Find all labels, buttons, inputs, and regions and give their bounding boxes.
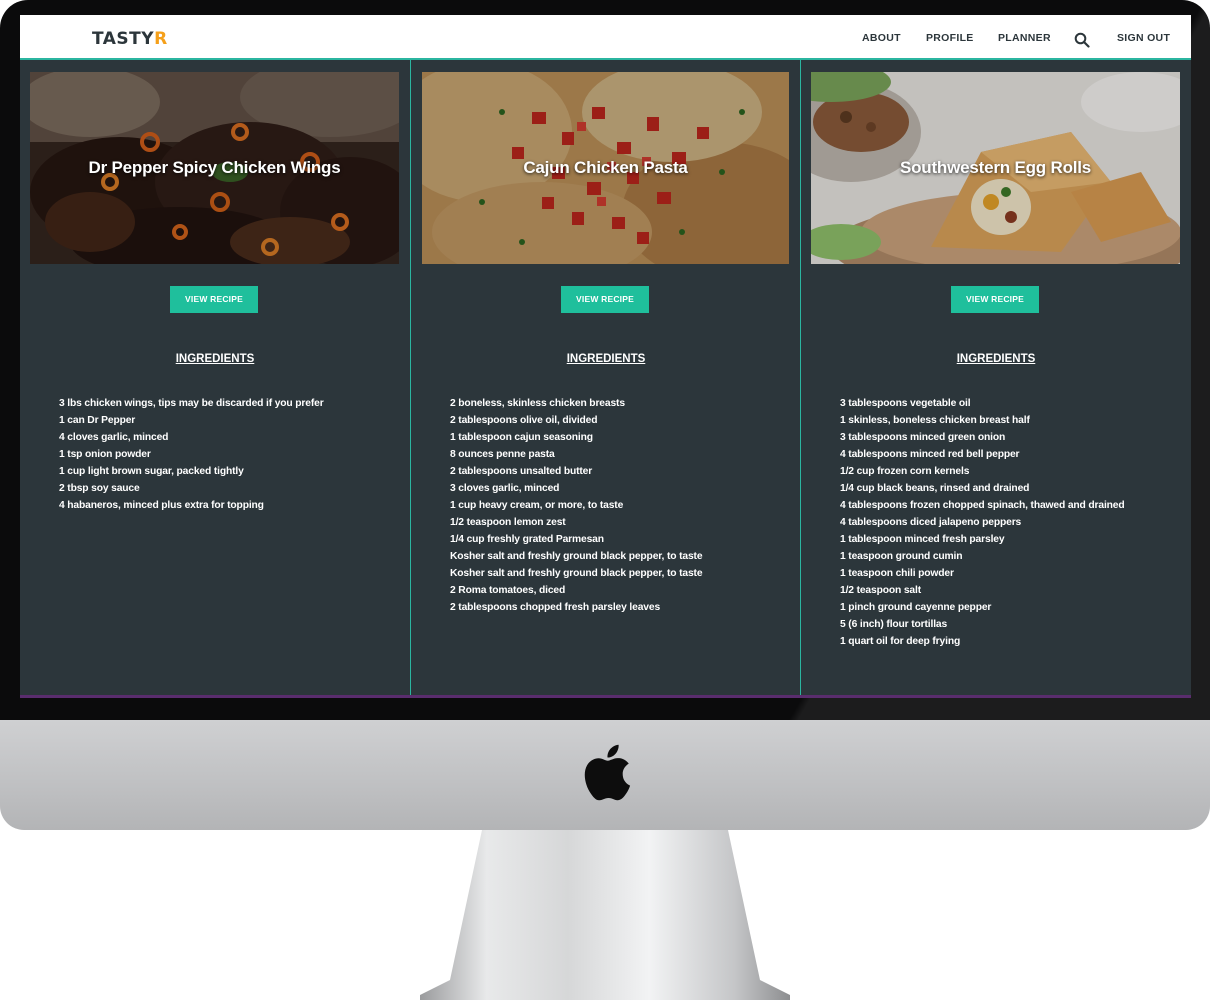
ingredients-list: 3 lbs chicken wings, tips may be discard…: [59, 395, 324, 514]
ingredient-item: 3 tablespoons minced green onion: [840, 432, 1006, 443]
ingredient-item: 3 cloves garlic, minced: [450, 483, 560, 494]
recipe-card: Dr Pepper Spicy Chicken Wings VIEW RECIP…: [20, 60, 410, 698]
ingredient-item: 8 ounces penne pasta: [450, 449, 555, 460]
recipe-card: Cajun Chicken Pasta VIEW RECIPE INGREDIE…: [411, 60, 801, 698]
ingredient-item: 4 tablespoons minced red bell pepper: [840, 449, 1020, 460]
ingredient-item: 2 tablespoons unsalted butter: [450, 466, 593, 477]
view-recipe-button[interactable]: VIEW RECIPE: [951, 286, 1039, 313]
ingredient-item: 1/2 teaspoon salt: [840, 585, 921, 596]
ingredient-item: 1/4 cup freshly grated Parmesan: [450, 534, 604, 545]
ingredient-item: 1 can Dr Pepper: [59, 415, 136, 426]
ingredient-item: 1/4 cup black beans, rinsed and drained: [840, 483, 1030, 494]
ingredient-item: 5 (6 inch) flour tortillas: [840, 619, 948, 630]
nav-profile[interactable]: PROFILE: [926, 32, 974, 44]
nav-planner[interactable]: PLANNER: [998, 32, 1051, 44]
ingredient-item: 4 habaneros, minced plus extra for toppi…: [59, 500, 264, 511]
ingredient-item: 1 teaspoon ground cumin: [840, 551, 963, 562]
ingredient-item: 2 tbsp soy sauce: [59, 483, 140, 494]
ingredient-item: Kosher salt and freshly ground black pep…: [450, 568, 703, 579]
ingredient-item: 1 skinless, boneless chicken breast half: [840, 415, 1030, 426]
ingredients-heading: INGREDIENTS: [956, 353, 1036, 365]
ingredient-item: 1 tablespoon minced fresh parsley: [840, 534, 1005, 545]
ingredients-heading: INGREDIENTS: [566, 353, 646, 365]
recipe-image[interactable]: Cajun Chicken Pasta: [422, 72, 789, 264]
ingredients-list: 2 boneless, skinless chicken breasts 2 t…: [450, 395, 703, 616]
screen-bottom-edge: [20, 695, 1191, 698]
brand-logo[interactable]: TASTYR: [92, 29, 168, 49]
ingredient-item: 3 tablespoons vegetable oil: [840, 398, 971, 409]
ingredient-item: 1 quart oil for deep frying: [840, 636, 961, 647]
ingredient-item: 1 teaspoon chili powder: [840, 568, 954, 579]
navbar: TASTYR ABOUT PROFILE PLANNER SIGN OUT: [20, 15, 1191, 60]
recipe-title: Cajun Chicken Pasta: [523, 158, 688, 177]
ingredient-item: Kosher salt and freshly ground black pep…: [450, 551, 703, 562]
nav-sign-out[interactable]: SIGN OUT: [1117, 32, 1170, 44]
recipe-image[interactable]: Southwestern Egg Rolls: [811, 72, 1180, 264]
ingredient-item: 4 cloves garlic, minced: [59, 432, 169, 443]
ingredient-item: 1 pinch ground cayenne pepper: [840, 602, 992, 613]
nav-about[interactable]: ABOUT: [862, 32, 901, 44]
recipe-image[interactable]: Dr Pepper Spicy Chicken Wings: [30, 72, 399, 264]
recipe-card: Southwestern Egg Rolls VIEW RECIPE INGRE…: [801, 60, 1191, 698]
ingredient-item: 4 tablespoons diced jalapeno peppers: [840, 517, 1022, 528]
ingredient-item: 4 tablespoons frozen chopped spinach, th…: [840, 500, 1125, 511]
recipe-title: Southwestern Egg Rolls: [899, 158, 1092, 177]
ingredient-item: 1 tsp onion powder: [59, 449, 151, 460]
ingredient-item: 1 cup light brown sugar, packed tightly: [59, 466, 244, 477]
ingredient-item: 2 tablespoons olive oil, divided: [450, 415, 598, 426]
ingredient-item: 3 lbs chicken wings, tips may be discard…: [59, 398, 324, 409]
ingredient-item: 2 tablespoons chopped fresh parsley leav…: [450, 602, 661, 613]
ingredient-item: 2 boneless, skinless chicken breasts: [450, 398, 625, 409]
ingredient-item: 1 cup heavy cream, or more, to taste: [450, 500, 624, 511]
ingredient-item: 1/2 cup frozen corn kernels: [840, 466, 970, 477]
search-icon[interactable]: [1074, 32, 1090, 48]
ingredients-heading: INGREDIENTS: [175, 353, 255, 365]
screen: TASTYR ABOUT PROFILE PLANNER SIGN OUT Dr…: [20, 15, 1191, 698]
view-recipe-button[interactable]: VIEW RECIPE: [561, 286, 649, 313]
monitor-stand: [420, 830, 790, 1000]
recipe-title: Dr Pepper Spicy Chicken Wings: [88, 158, 341, 177]
ingredient-item: 1/2 teaspoon lemon zest: [450, 517, 566, 528]
view-recipe-button[interactable]: VIEW RECIPE: [170, 286, 258, 313]
ingredient-item: 1 tablespoon cajun seasoning: [450, 432, 593, 443]
ingredients-list: 3 tablespoons vegetable oil 1 skinless, …: [840, 395, 1125, 650]
ingredient-item: 2 Roma tomatoes, diced: [450, 585, 566, 596]
apple-logo-icon: [584, 744, 631, 801]
